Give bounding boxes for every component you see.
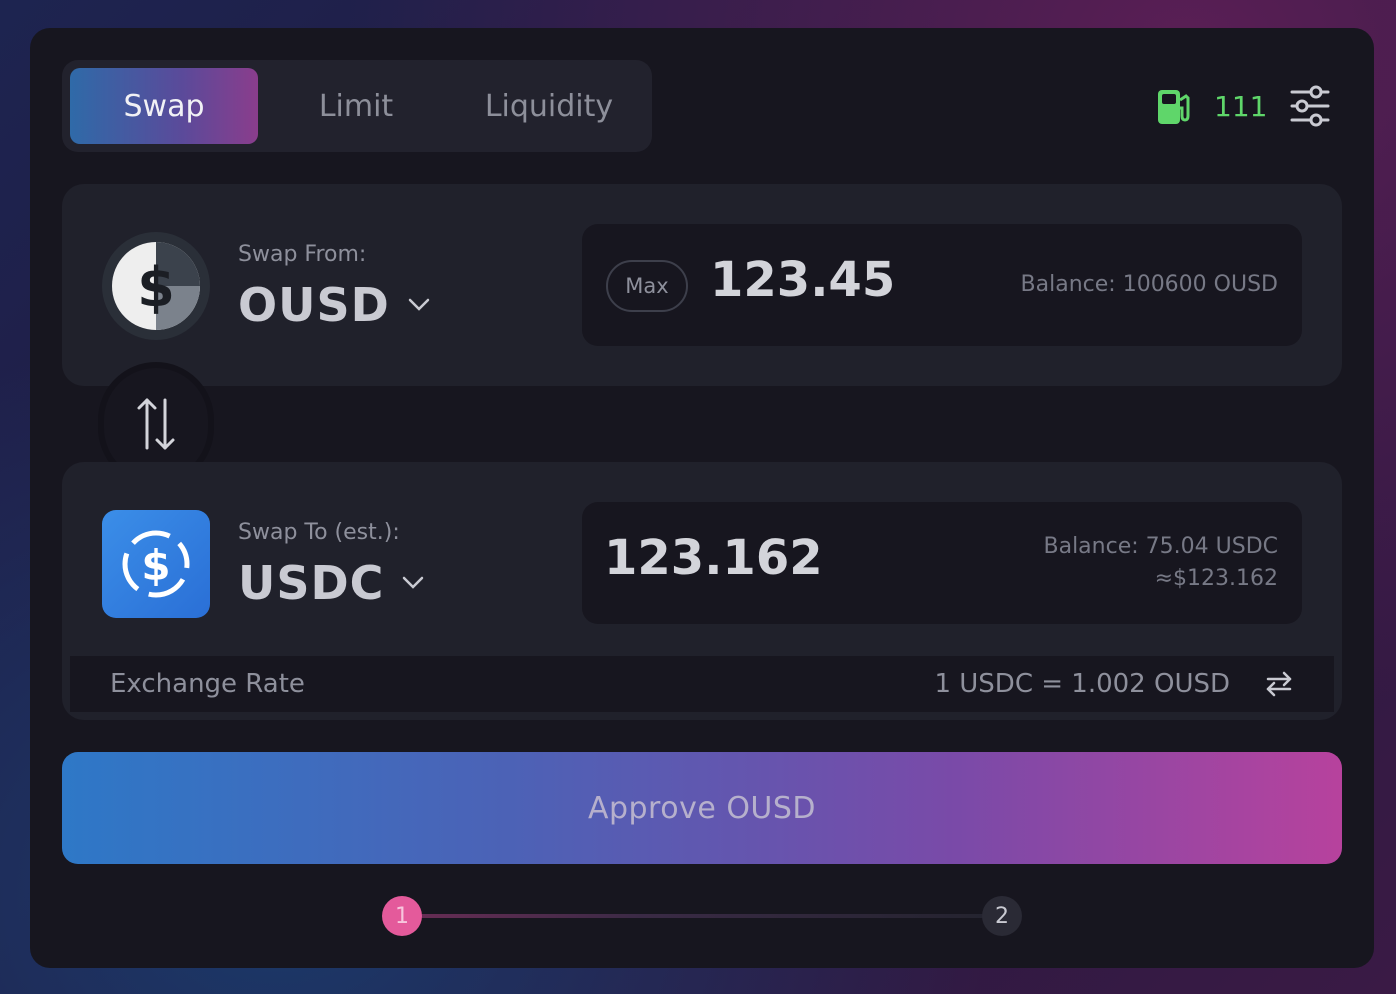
from-token-name: OUSD [238, 278, 390, 332]
ousd-dollar-icon: $ [102, 232, 210, 340]
exchange-rate-bar: Exchange Rate 1 USDC = 1.002 OUSD [70, 656, 1334, 712]
chevron-down-icon [408, 298, 430, 311]
approval-steps: 1 2 [382, 896, 1022, 936]
step-2: 2 [982, 896, 1022, 936]
chevron-down-icon [403, 576, 424, 589]
from-amount-box: Max Balance: 100600 OUSD [582, 224, 1302, 346]
swap-direction-icon [137, 398, 175, 450]
max-button[interactable]: Max [606, 260, 688, 312]
to-token-select[interactable]: USDC [238, 556, 424, 610]
swap-to-label: Swap To (est.): [238, 520, 400, 545]
from-balance: Balance: 100600 OUSD [1020, 272, 1278, 297]
swap-to-panel: $ Swap To (est.): USDC Balance: 75.04 US… [62, 462, 1342, 720]
tab-liquidity[interactable]: Liquidity [454, 68, 644, 144]
to-usd-value: ≈$123.162 [1154, 566, 1278, 591]
to-amount-output [604, 530, 904, 586]
tab-swap[interactable]: Swap [70, 68, 258, 144]
approve-button[interactable]: Approve OUSD [62, 752, 1342, 864]
tab-bar: Swap Limit Liquidity [62, 60, 652, 152]
gas-pump-icon [1158, 90, 1190, 124]
gas-value: 111 [1214, 89, 1268, 123]
swap-from-panel: $ Swap From: OUSD Max Balance: 100600 OU… [62, 184, 1342, 386]
to-amount-box: Balance: 75.04 USDC ≈$123.162 [582, 502, 1302, 624]
step-1: 1 [382, 896, 422, 936]
to-token-name: USDC [238, 556, 385, 610]
switch-arrows-icon[interactable] [1264, 669, 1294, 699]
exchange-rate-label: Exchange Rate [110, 669, 305, 699]
from-token-select[interactable]: OUSD [238, 278, 430, 332]
gas-price[interactable]: 111 [1156, 86, 1267, 126]
from-amount-input[interactable] [710, 252, 1010, 308]
sliders-icon[interactable] [1288, 84, 1332, 128]
swap-card: Swap Limit Liquidity 111 $ Swap From: OU… [30, 28, 1374, 968]
steps-connector [402, 914, 1002, 918]
swap-from-label: Swap From: [238, 242, 367, 267]
exchange-rate-value: 1 USDC = 1.002 OUSD [934, 669, 1230, 699]
svg-text:$: $ [137, 256, 175, 319]
to-balance: Balance: 75.04 USDC [1043, 534, 1279, 559]
svg-text:$: $ [141, 541, 170, 590]
tab-limit[interactable]: Limit [262, 68, 450, 144]
usdc-dollar-icon: $ [102, 510, 210, 618]
